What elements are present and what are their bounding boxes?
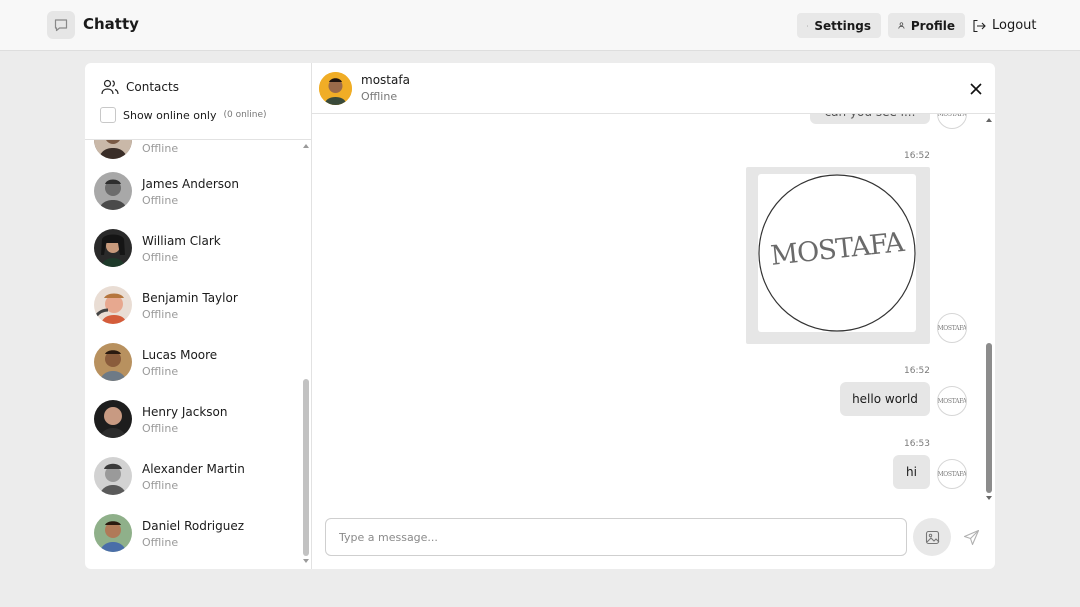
chat-card: Contacts Show online only (0 online) Off…: [85, 63, 995, 569]
attach-image-button[interactable]: [913, 518, 951, 556]
avatar: [94, 172, 132, 210]
contact-status: Offline: [142, 142, 179, 155]
contact-item[interactable]: Alexander Martin Offline: [85, 449, 300, 506]
contact-status: Offline: [142, 194, 179, 207]
contact-name: Henry Jackson: [142, 405, 228, 419]
avatar: [94, 140, 132, 159]
contact-name: Benjamin Taylor: [142, 291, 238, 305]
contact-item[interactable]: James Anderson Offline: [85, 164, 300, 221]
contact-name: Lucas Moore: [142, 348, 218, 362]
avatar: [94, 457, 132, 495]
contact-name: James Anderson: [142, 177, 239, 191]
message-input[interactable]: [325, 518, 907, 556]
message-time: 16:53: [904, 439, 930, 449]
image-message-bubble: MOSTAFA: [746, 167, 930, 344]
contact-status: Offline: [142, 536, 179, 549]
contact-name: William Clark: [142, 234, 221, 248]
contact-status: Offline: [142, 479, 179, 492]
settings-button[interactable]: Settings: [797, 13, 881, 38]
user-icon: [898, 22, 905, 29]
chat-bubble-icon: [47, 11, 75, 39]
contact-item[interactable]: Henry Jackson Offline: [85, 392, 300, 449]
message-composer: [312, 502, 995, 569]
contact-name: Alexander Martin: [142, 462, 245, 476]
message-bubble: hi: [893, 455, 930, 489]
profile-label: Profile: [910, 18, 955, 33]
users-icon: [101, 79, 119, 95]
chat-panel: mostafa Offline can you see i... MOSTAFA…: [312, 63, 995, 569]
avatar: [94, 286, 132, 324]
contact-list: Offline James Anderson Offline William C…: [85, 140, 312, 569]
contact-item[interactable]: William Clark Offline: [85, 221, 300, 278]
avatar: MOSTAFA: [937, 459, 967, 489]
profile-button[interactable]: Profile: [888, 13, 965, 38]
contacts-heading: Contacts: [101, 79, 179, 95]
contact-status: Offline: [142, 422, 179, 435]
message-list: can you see i... MOSTAFA 16:52 MOSTAFA M…: [312, 114, 995, 502]
avatar: [319, 72, 352, 105]
online-only-checkbox[interactable]: [100, 107, 116, 123]
close-chat-button[interactable]: [969, 81, 983, 95]
avatar: MOSTAFA: [937, 386, 967, 416]
contact-item[interactable]: Daniel Rodriguez Offline: [85, 506, 300, 563]
send-icon: [963, 529, 979, 545]
logout-icon: [973, 19, 986, 32]
settings-label: Settings: [814, 18, 871, 33]
avatar: MOSTAFA: [937, 313, 967, 343]
scroll-up-arrow[interactable]: [303, 144, 309, 148]
image-icon: [925, 530, 939, 544]
message-time: 16:52: [904, 151, 930, 161]
scroll-up-arrow[interactable]: [986, 118, 992, 122]
contact-status: Offline: [142, 365, 179, 378]
contact-status: Offline: [142, 251, 179, 264]
contacts-title: Contacts: [126, 80, 179, 94]
online-count: (0 online): [223, 110, 267, 120]
send-button[interactable]: [958, 524, 984, 550]
avatar: [94, 514, 132, 552]
scroll-down-arrow[interactable]: [986, 496, 992, 500]
messages-scrollbar-thumb[interactable]: [986, 343, 992, 493]
contacts-scrollbar-thumb[interactable]: [303, 379, 309, 556]
close-icon: [970, 83, 982, 95]
logout-label: Logout: [992, 18, 1037, 33]
contact-item[interactable]: Lucas Moore Offline: [85, 335, 300, 392]
contact-status: Offline: [142, 308, 179, 321]
message-time: 16:52: [904, 366, 930, 376]
logout-button[interactable]: Logout: [972, 13, 1037, 38]
online-only-toggle[interactable]: Show online only (0 online): [100, 107, 267, 123]
gear-icon: [807, 24, 809, 27]
avatar: [94, 229, 132, 267]
online-only-label: Show online only: [123, 108, 217, 122]
message-image[interactable]: MOSTAFA: [758, 174, 916, 332]
brand-name[interactable]: Chatty: [83, 15, 139, 33]
contact-name: Daniel Rodriguez: [142, 519, 244, 533]
chat-contact-name: mostafa: [361, 73, 410, 87]
avatar: MOSTAFA: [937, 114, 967, 129]
contact-item[interactable]: Benjamin Taylor Offline: [85, 278, 300, 335]
chat-contact-status: Offline: [361, 90, 398, 103]
avatar: [94, 343, 132, 381]
chat-header: mostafa Offline: [312, 63, 995, 114]
avatar: [94, 400, 132, 438]
message-bubble: hello world: [840, 382, 930, 416]
contacts-sidebar: Contacts Show online only (0 online) Off…: [85, 63, 312, 569]
top-navbar: Chatty Settings Profile Logout: [0, 0, 1080, 51]
scroll-down-arrow[interactable]: [303, 559, 309, 563]
sidebar-header: Contacts Show online only (0 online): [85, 63, 312, 140]
message-bubble: can you see i...: [810, 114, 930, 124]
